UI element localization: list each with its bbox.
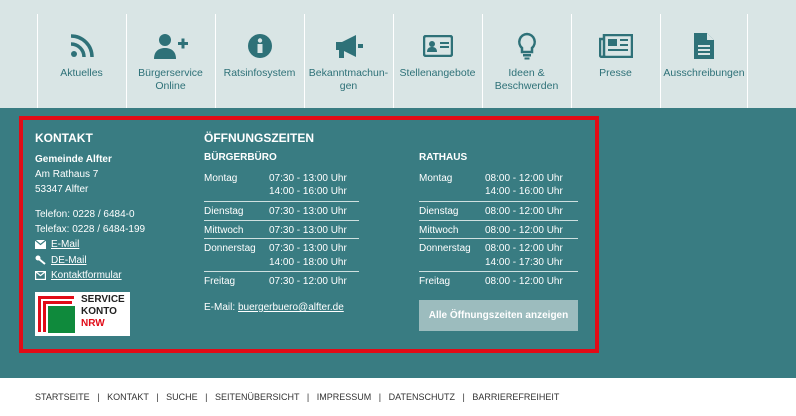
newspaper-icon	[598, 34, 633, 58]
nav-label: Presse	[599, 67, 632, 79]
bb-time: 07:30 - 13:00 Uhr	[269, 206, 347, 217]
nav-ideen-beschwerden[interactable]: Ideen & Beschwerden	[482, 14, 570, 108]
nav-bekanntmachungen[interactable]: Bekanntmachun-gen	[304, 14, 392, 108]
rss-icon	[70, 34, 94, 58]
hours-heading: ÖFFNUNGSZEITEN	[204, 131, 314, 145]
org-name: Gemeinde Alfter	[35, 154, 112, 165]
kontaktformular-link[interactable]: Kontaktformular	[51, 269, 122, 282]
rh-time: 08:00 - 12:00 Uhr	[485, 276, 563, 287]
bb-time: 07:30 - 12:00 Uhr	[269, 276, 347, 287]
street: Am Rathaus 7	[35, 169, 99, 180]
rh-time: 14:00 - 17:30 Uhr	[485, 257, 563, 268]
nav-label: Stellenangebote	[399, 67, 476, 79]
bb-day: Dienstag	[204, 206, 244, 217]
nav-label: Ratsinfosystem	[223, 67, 296, 79]
link-seitenuebersicht[interactable]: SEITENÜBERSICHT	[215, 392, 299, 402]
rh-day: Dienstag	[419, 206, 459, 217]
separator: |	[92, 392, 105, 402]
rh-time: 08:00 - 12:00 Uhr	[485, 243, 563, 254]
servicekonto-line2: KONTO	[81, 306, 117, 317]
separator: |	[301, 392, 315, 402]
buergerbuero-title: BÜRGERBÜRO	[204, 152, 277, 163]
document-icon	[694, 33, 714, 59]
divider	[204, 238, 359, 239]
divider	[419, 220, 578, 221]
nav-stellenangebote[interactable]: Stellenangebote	[393, 14, 481, 108]
key-icon	[35, 255, 46, 265]
divider	[419, 201, 578, 202]
nav-label: Bürgerservice Online	[138, 67, 203, 92]
info-icon	[247, 34, 272, 58]
nav-label: Aktuelles	[60, 67, 103, 79]
envelope-icon	[35, 240, 46, 249]
bb-day: Montag	[204, 173, 238, 184]
rh-time: 08:00 - 12:00 Uhr	[485, 206, 563, 217]
separator: |	[373, 392, 387, 402]
link-impressum[interactable]: IMPRESSUM	[317, 392, 372, 402]
top-navigation: Aktuelles Bürgerservice Online Ratsinfos…	[0, 0, 796, 108]
bb-email-label: E-Mail:	[204, 302, 236, 313]
nav-label: Ausschreibungen	[663, 67, 745, 79]
nav-ratsinfosystem[interactable]: Ratsinfosystem	[215, 14, 303, 108]
nav-label: Bekanntmachun-gen	[308, 67, 389, 92]
user-plus-icon	[153, 34, 188, 59]
link-barrierefreiheit[interactable]: BARRIEREFREIHEIT	[472, 392, 559, 402]
servicekonto-line3: NRW	[81, 318, 105, 329]
rh-day: Montag	[419, 173, 453, 184]
email-link[interactable]: E-Mail	[51, 238, 79, 251]
separator: |	[457, 392, 470, 402]
rh-time: 08:00 - 12:00 Uhr	[485, 225, 563, 236]
link-suche[interactable]: SUCHE	[166, 392, 198, 402]
phone: Telefon: 0228 / 6484-0	[35, 209, 135, 220]
rathaus-title: RATHAUS	[419, 152, 468, 163]
divider	[419, 271, 578, 272]
megaphone-icon	[335, 35, 363, 58]
id-card-icon	[422, 35, 453, 57]
servicekonto-emblem	[38, 296, 75, 333]
divider	[204, 220, 359, 221]
bb-day: Freitag	[204, 276, 236, 287]
divider	[204, 201, 359, 202]
separator: |	[151, 392, 164, 402]
bb-email-link[interactable]: buergerbuero@alfter.de	[238, 301, 344, 314]
link-startseite[interactable]: STARTSEITE	[35, 392, 90, 402]
bb-time: 14:00 - 18:00 Uhr	[269, 257, 347, 268]
rh-day: Freitag	[419, 276, 451, 287]
footer-links: STARTSEITE | KONTAKT | SUCHE | SEITENÜBE…	[35, 392, 559, 402]
nav-ausschreibungen[interactable]: Ausschreibungen	[660, 14, 748, 108]
bb-day: Donnerstag	[204, 243, 256, 254]
link-datenschutz[interactable]: DATENSCHUTZ	[389, 392, 455, 402]
bb-time: 07:30 - 13:00 Uhr	[269, 173, 347, 184]
city: 53347 Alfter	[35, 184, 89, 195]
separator: |	[200, 392, 213, 402]
lightbulb-icon	[517, 32, 536, 60]
kontakt-heading: KONTAKT	[35, 131, 93, 145]
nav-presse[interactable]: Presse	[571, 14, 659, 108]
nav-label: Ideen & Beschwerden	[494, 67, 559, 92]
rh-day: Mittwoch	[419, 225, 459, 236]
bb-time: 07:30 - 13:00 Uhr	[269, 225, 347, 236]
all-hours-button[interactable]: Alle Öffnungszeiten anzeigen	[419, 300, 578, 331]
servicekonto-logo[interactable]: SERVICE KONTO NRW	[35, 292, 130, 336]
bb-time: 14:00 - 16:00 Uhr	[269, 186, 347, 197]
link-kontakt[interactable]: KONTAKT	[107, 392, 149, 402]
bb-time: 07:30 - 13:00 Uhr	[269, 243, 347, 254]
rh-day: Donnerstag	[419, 243, 471, 254]
nav-aktuelles[interactable]: Aktuelles	[37, 14, 125, 108]
bb-day: Mittwoch	[204, 225, 244, 236]
servicekonto-line1: SERVICE	[81, 294, 125, 305]
nav-buergerservice[interactable]: Bürgerservice Online	[126, 14, 214, 108]
rh-time: 08:00 - 12:00 Uhr	[485, 173, 563, 184]
divider	[419, 238, 578, 239]
divider	[204, 271, 359, 272]
rh-time: 14:00 - 16:00 Uhr	[485, 186, 563, 197]
demail-link[interactable]: DE-Mail	[51, 254, 87, 267]
envelope-outline-icon	[35, 271, 46, 280]
fax: Telefax: 0228 / 6484-199	[35, 224, 146, 235]
